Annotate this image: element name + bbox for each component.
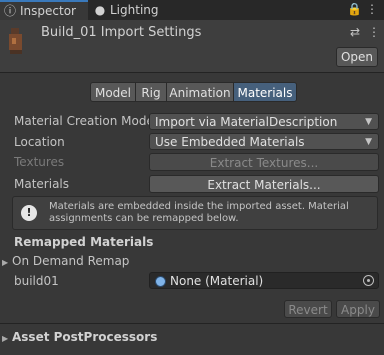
divider — [0, 72, 384, 73]
chevron-right-icon: ▶ — [2, 258, 9, 267]
material-creation-mode-dropdown[interactable]: Import via MaterialDescription ▼ — [149, 113, 379, 130]
material-icon — [155, 276, 166, 287]
lock-icon[interactable]: 🔒 — [347, 2, 362, 16]
extract-materials-button[interactable]: Extract Materials... — [149, 175, 379, 193]
tab-rig[interactable]: Rig — [135, 82, 167, 102]
kebab-menu-icon[interactable]: ⋮ — [366, 2, 378, 16]
textures-label: Textures — [14, 155, 65, 169]
on-demand-remap-label: On Demand Remap — [12, 254, 130, 268]
model-asset-icon — [9, 28, 22, 54]
object-picker-icon[interactable] — [363, 275, 374, 286]
tab-animation[interactable]: Animation — [166, 82, 234, 102]
lightbulb-icon: ● — [94, 3, 106, 17]
info-icon: ! — [21, 205, 37, 221]
tab-inspector[interactable]: ⓘ Inspector — [0, 0, 88, 20]
tab-lighting-label: Lighting — [110, 3, 159, 17]
apply-button[interactable]: Apply — [336, 300, 380, 318]
material-object-value: None (Material) — [170, 274, 264, 288]
material-creation-mode-label: Material Creation Mode — [14, 114, 154, 128]
open-button[interactable]: Open — [336, 47, 378, 67]
tab-inspector-label: Inspector — [20, 4, 76, 18]
helpbox-text: Materials are embedded inside the import… — [49, 201, 349, 224]
remapped-materials-heading: Remapped Materials — [14, 235, 154, 249]
material-creation-mode-value: Import via MaterialDescription — [155, 115, 338, 129]
location-dropdown[interactable]: Use Embedded Materials ▼ — [149, 133, 379, 150]
chevron-right-icon: ▶ — [2, 334, 9, 343]
tab-materials[interactable]: Materials — [233, 82, 297, 102]
info-icon: ⓘ — [4, 4, 17, 18]
info-helpbox: ! Materials are embedded inside the impo… — [12, 196, 378, 230]
page-title: Build_01 Import Settings — [41, 25, 202, 40]
chevron-down-icon: ▼ — [365, 137, 372, 147]
asset-postprocessors-foldout[interactable]: ▶ Asset PostProcessors — [2, 330, 157, 344]
tab-lighting[interactable]: ● Lighting — [94, 0, 174, 20]
build01-label: build01 — [14, 274, 59, 288]
chevron-down-icon: ▼ — [365, 117, 372, 127]
on-demand-remap-foldout[interactable]: ▶ On Demand Remap — [2, 254, 129, 268]
location-label: Location — [14, 135, 65, 149]
kebab-menu-icon[interactable]: ⋮ — [368, 25, 380, 39]
location-value: Use Embedded Materials — [155, 135, 305, 149]
revert-button[interactable]: Revert — [284, 300, 332, 318]
material-object-field[interactable]: None (Material) — [149, 272, 379, 289]
settings-sliders-icon[interactable]: ⇄ — [350, 25, 360, 39]
materials-label: Materials — [14, 177, 70, 191]
extract-textures-button[interactable]: Extract Textures... — [149, 153, 379, 171]
tab-model[interactable]: Model — [90, 82, 136, 102]
divider — [0, 323, 384, 324]
asset-postprocessors-label: Asset PostProcessors — [12, 330, 158, 344]
